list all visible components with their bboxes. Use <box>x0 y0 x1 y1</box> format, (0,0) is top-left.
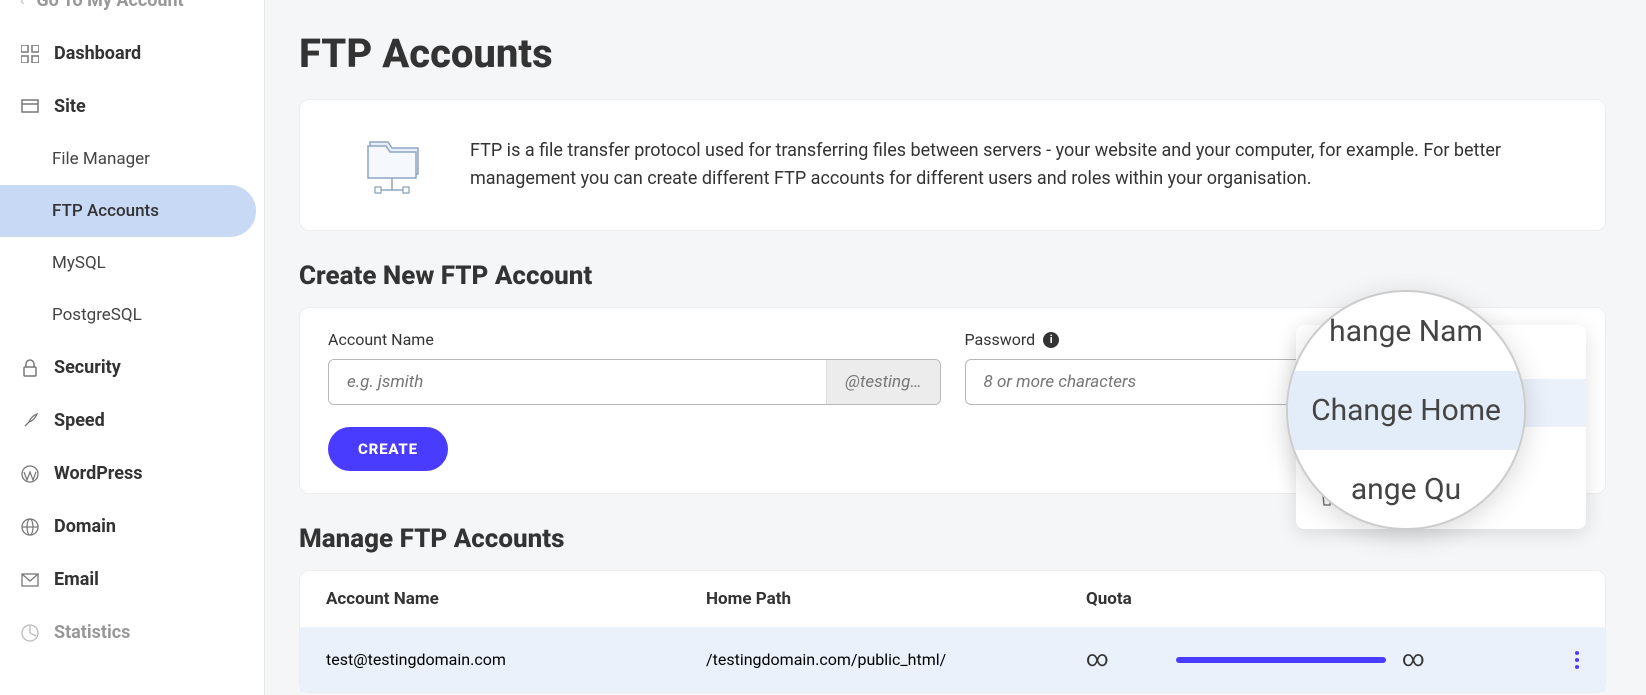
row-actions-menu-button[interactable] <box>1575 651 1579 669</box>
kebab-icon <box>1575 651 1579 669</box>
sidebar-item-security[interactable]: Security <box>0 341 264 394</box>
sidebar-item-wordpress[interactable]: WordPress <box>0 447 264 500</box>
usage-end: ∞ <box>1402 647 1425 672</box>
table-header: Account Name Home Path Quota <box>300 571 1605 627</box>
sidebar-sub-label: FTP Accounts <box>52 201 159 221</box>
globe-icon <box>20 517 40 537</box>
mag-mid: Change Home <box>1288 371 1524 450</box>
rocket-icon <box>20 411 40 431</box>
row-account-name: test@testingdomain.com <box>326 650 706 669</box>
account-name-label: Account Name <box>328 330 941 349</box>
sidebar-item-label: Dashboard <box>54 43 141 64</box>
sidebar-sub-file-manager[interactable]: File Manager <box>0 133 256 185</box>
intro-text: FTP is a file transfer protocol used for… <box>470 137 1569 193</box>
sidebar-item-site[interactable]: Site <box>0 80 264 133</box>
account-name-input[interactable] <box>329 360 826 404</box>
lock-icon <box>20 358 40 378</box>
intro-card: FTP is a file transfer protocol used for… <box>299 99 1606 231</box>
ftp-folder-icon <box>360 130 430 200</box>
sidebar-sub-postgresql[interactable]: PostgreSQL <box>0 289 256 341</box>
back-label: Go To My Account <box>36 0 183 11</box>
back-to-account-link[interactable]: ‹ Go To My Account <box>0 0 264 27</box>
account-suffix: @testing… <box>826 360 939 404</box>
create-button[interactable]: CREATE <box>328 427 448 471</box>
progress-bar <box>1176 657 1386 663</box>
account-name-group: @testing… <box>328 359 941 405</box>
sidebar-sub-mysql[interactable]: MySQL <box>0 237 256 289</box>
sidebar-sub-ftp-accounts[interactable]: FTP Accounts <box>0 185 256 237</box>
accounts-table: Account Name Home Path Quota test@testin… <box>299 570 1606 693</box>
row-home-path: /testingdomain.com/public_html/ <box>706 650 1086 669</box>
chart-icon <box>20 623 40 643</box>
main-content: FTP Accounts FTP is a file transfer prot… <box>265 0 1646 695</box>
sidebar: ‹ Go To My Account Dashboard Site File M… <box>0 0 265 695</box>
sidebar-sub-label: File Manager <box>52 149 150 169</box>
sidebar-sub-label: PostgreSQL <box>52 305 142 325</box>
chevron-left-icon: ‹ <box>20 0 24 9</box>
sidebar-item-label: Domain <box>54 516 116 537</box>
col-header-quota: Quota <box>1086 589 1176 609</box>
info-icon[interactable]: i <box>1043 332 1059 348</box>
sidebar-item-label: Statistics <box>54 622 130 643</box>
table-row[interactable]: test@testingdomain.com /testingdomain.co… <box>300 627 1605 692</box>
sidebar-item-label: Security <box>54 357 121 378</box>
mag-top: hange Nam <box>1288 292 1524 371</box>
sidebar-item-label: Site <box>54 96 86 117</box>
sidebar-item-speed[interactable]: Speed <box>0 394 264 447</box>
sidebar-item-label: Speed <box>54 410 105 431</box>
create-section-title: Create New FTP Account <box>299 261 1606 291</box>
wordpress-icon <box>20 464 40 484</box>
sidebar-item-dashboard[interactable]: Dashboard <box>0 27 264 80</box>
row-usage-bar: ∞ <box>1176 647 1539 672</box>
dashboard-icon <box>20 44 40 64</box>
sidebar-item-label: WordPress <box>54 463 142 484</box>
sidebar-sub-label: MySQL <box>52 253 106 273</box>
col-header-name: Account Name <box>326 589 706 609</box>
sidebar-item-label: Email <box>54 569 99 590</box>
page-title: FTP Accounts <box>299 30 1606 77</box>
site-icon <box>20 97 40 117</box>
mail-icon <box>20 570 40 590</box>
sidebar-item-statistics[interactable]: Statistics <box>0 606 264 659</box>
sidebar-item-domain[interactable]: Domain <box>0 500 264 553</box>
sidebar-item-email[interactable]: Email <box>0 553 264 606</box>
row-quota: ∞ <box>1086 647 1176 672</box>
magnifier-overlay: hange Nam Change Home ange Qu <box>1286 290 1526 530</box>
col-header-path: Home Path <box>706 589 1086 609</box>
